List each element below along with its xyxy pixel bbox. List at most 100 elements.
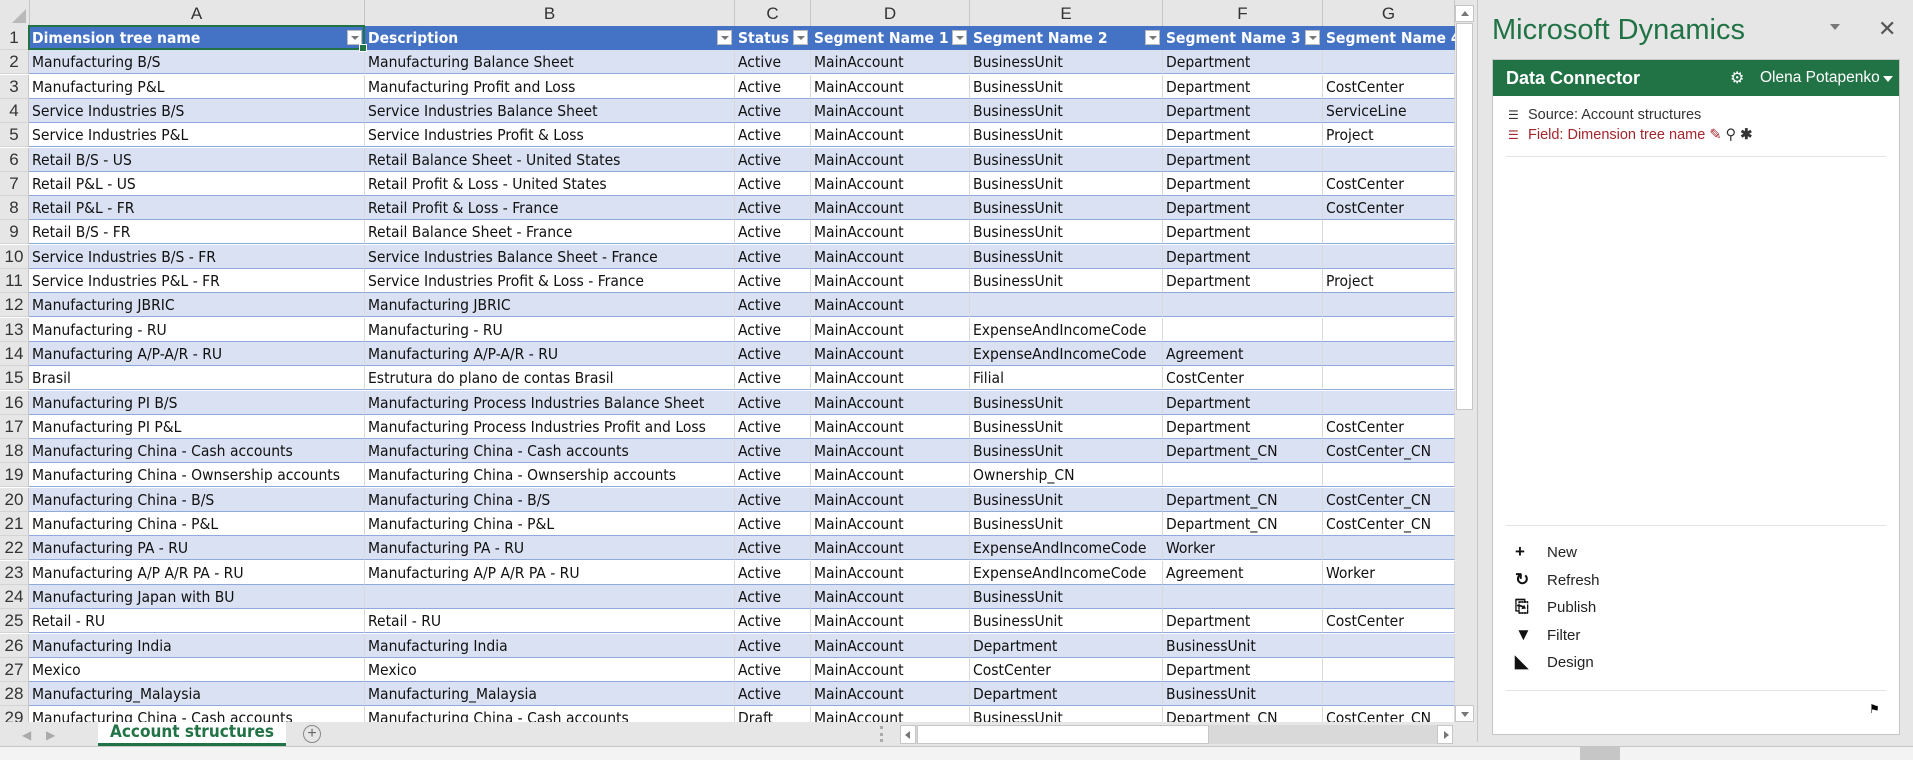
table-cell[interactable]: Department_CN [1163,439,1323,464]
table-cell[interactable]: Retail P&L - US [29,171,365,196]
table-cell[interactable]: MainAccount [811,536,970,561]
table-cell[interactable] [1323,584,1455,609]
table-cell[interactable]: Active [735,512,811,536]
table-cell[interactable]: Retail P&L - FR [29,196,365,221]
table-cell[interactable]: BusinessUnit [970,123,1163,148]
table-cell[interactable]: Service Industries Balance Sheet [365,98,735,123]
table-cell[interactable]: Manufacturing Balance Sheet [365,50,735,75]
close-icon[interactable]: ✕ [1878,16,1896,42]
table-cell[interactable]: BusinessUnit [970,220,1163,245]
table-cell[interactable]: Manufacturing Profit and Loss [365,74,735,99]
table-cell[interactable]: MainAccount [811,414,970,439]
table-cell[interactable]: Department [1163,196,1323,221]
table-cell[interactable] [1323,463,1455,488]
header-cell[interactable]: Segment Name 2 [970,26,1163,50]
table-cell[interactable]: MainAccount [811,560,970,585]
table-cell[interactable]: CostCenter [1323,196,1455,221]
row-number[interactable]: 4 [0,98,29,123]
scroll-down-icon[interactable] [1455,705,1474,722]
row-number[interactable]: 12 [0,293,29,318]
table-cell[interactable]: Manufacturing A/P-A/R - RU [365,341,735,366]
flag-icon[interactable]: ⚑ [1869,702,1880,716]
row-number[interactable]: 18 [0,439,29,464]
row-number[interactable]: 9 [0,220,29,245]
table-cell[interactable]: Manufacturing China - Ownsership account… [365,463,735,488]
table-cell[interactable]: Manufacturing A/P A/R PA - RU [365,560,735,585]
table-cell[interactable]: MainAccount [811,293,970,318]
row-number[interactable]: 3 [0,74,29,99]
table-cell[interactable]: Manufacturing A/P-A/R - RU [29,341,365,366]
table-cell[interactable]: MainAccount [811,50,970,75]
table-cell[interactable]: MainAccount [811,633,970,658]
table-cell[interactable]: BusinessUnit [1163,633,1323,658]
table-cell[interactable]: MainAccount [811,147,970,172]
table-cell[interactable] [1323,244,1455,269]
row-number[interactable]: 10 [0,244,29,269]
table-cell[interactable]: CostCenter [1323,609,1455,634]
row-number[interactable]: 25 [0,609,29,634]
table-cell[interactable]: Service Industries P&L - FR [29,269,365,293]
table-cell[interactable]: MainAccount [811,682,970,707]
table-cell[interactable] [365,584,735,609]
page-layout-view-icon[interactable] [1625,747,1665,760]
table-cell[interactable]: Department [1163,74,1323,99]
table-cell[interactable]: ServiceLine [1323,98,1455,123]
plus-circle-icon[interactable]: + [303,725,321,743]
table-cell[interactable]: Active [735,220,811,245]
table-cell[interactable]: MainAccount [811,317,970,342]
table-cell[interactable] [970,293,1163,318]
table-cell[interactable]: BusinessUnit [1163,682,1323,707]
table-cell[interactable]: Department [1163,269,1323,293]
table-cell[interactable]: Service Industries B/S [29,98,365,123]
table-cell[interactable]: Manufacturing China - Ownsership account… [29,463,365,488]
chevron-down-icon[interactable] [1883,76,1893,82]
table-cell[interactable]: Manufacturing P&L [29,74,365,99]
table-cell[interactable]: Draft [735,706,811,722]
table-cell[interactable] [1163,463,1323,488]
table-cell[interactable]: MainAccount [811,244,970,269]
row-number[interactable]: 23 [0,560,29,585]
table-cell[interactable]: Manufacturing JBRIC [365,293,735,318]
column-header-b[interactable]: B [365,0,735,26]
header-cell[interactable]: Segment Name 1 [811,26,970,50]
row-number[interactable]: 5 [0,123,29,148]
row-number[interactable]: 27 [0,657,29,682]
table-cell[interactable]: MainAccount [811,439,970,464]
table-cell[interactable]: Worker [1323,560,1455,585]
table-cell[interactable]: CostCenter_CN [1323,706,1455,722]
table-cell[interactable]: Retail Profit & Loss - France [365,196,735,221]
action-design[interactable]: ◣ Design [1515,651,1594,673]
table-cell[interactable]: Manufacturing PI B/S [29,390,365,415]
table-cell[interactable]: Estrutura do plano de contas Brasil [365,366,735,391]
table-cell[interactable]: Manufacturing Process Industries Balance… [365,390,735,415]
action-filter[interactable]: ▼ Filter [1515,624,1580,646]
table-cell[interactable]: BusinessUnit [970,414,1163,439]
table-cell[interactable]: Department [1163,98,1323,123]
table-cell[interactable]: Department [1163,50,1323,75]
row-number[interactable]: 15 [0,366,29,391]
table-cell[interactable] [1323,50,1455,75]
row-number[interactable]: 6 [0,147,29,172]
table-cell[interactable]: Active [735,609,811,634]
filter-dropdown-icon[interactable] [1145,30,1160,45]
table-cell[interactable]: Retail - RU [29,609,365,634]
header-cell[interactable]: Status [735,26,811,50]
user-menu[interactable]: Olena Potapenko [1760,69,1880,87]
table-cell[interactable]: Active [735,584,811,609]
table-cell[interactable] [1323,317,1455,342]
table-cell[interactable]: CostCenter [970,657,1163,682]
vertical-scrollbar[interactable] [1455,5,1474,722]
filter-dropdown-icon[interactable] [717,30,732,45]
table-cell[interactable]: ExpenseAndIncomeCode [970,560,1163,585]
table-cell[interactable]: BusinessUnit [970,98,1163,123]
table-cell[interactable]: Department [1163,390,1323,415]
horizontal-scroll-thumb[interactable] [917,725,1209,744]
table-cell[interactable]: BusinessUnit [970,512,1163,536]
table-cell[interactable]: ExpenseAndIncomeCode [970,341,1163,366]
column-header-c[interactable]: C [735,0,811,26]
table-cell[interactable]: MainAccount [811,123,970,148]
table-cell[interactable]: Retail Balance Sheet - United States [365,147,735,172]
table-cell[interactable]: Active [735,366,811,391]
table-cell[interactable] [1323,220,1455,245]
column-header-a[interactable]: A [29,0,365,26]
